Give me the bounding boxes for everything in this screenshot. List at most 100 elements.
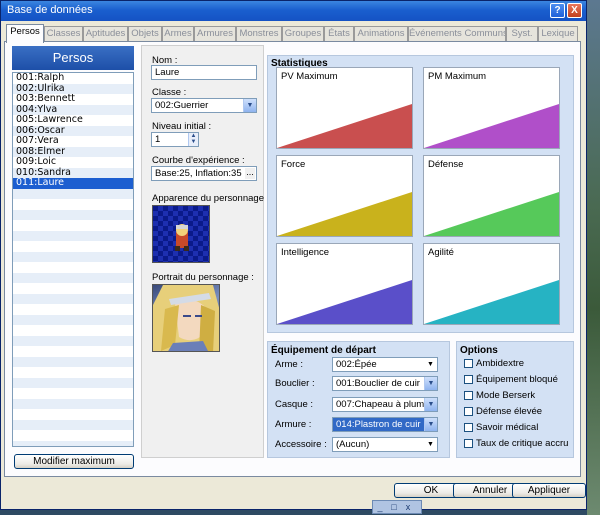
level-stepper[interactable]: 1 ▲ ▼ bbox=[151, 132, 199, 147]
option-checkbox[interactable] bbox=[464, 439, 473, 448]
chevron-down-icon[interactable]: ▼ bbox=[424, 358, 437, 371]
actor-list[interactable]: 001:Ralph 002:Ulrika 003:Bennett 004:Ylva 00… bbox=[12, 72, 134, 447]
equipment-select[interactable]: (Aucun) ▼ bbox=[332, 437, 438, 452]
stat-curve-fill bbox=[424, 280, 559, 324]
close-icon[interactable]: x bbox=[401, 502, 415, 512]
equipment-select[interactable]: 014:Plastron de cuir ▼ bbox=[332, 417, 438, 432]
list-item[interactable]: 001:Ralph bbox=[13, 73, 133, 84]
stat-graph[interactable]: Force bbox=[276, 155, 413, 237]
equipment-slot-label: Armure : bbox=[275, 419, 312, 430]
name-input[interactable]: Laure bbox=[151, 65, 257, 80]
list-item-empty[interactable] bbox=[13, 367, 133, 378]
ellipsis-icon[interactable]: ... bbox=[245, 168, 255, 179]
list-item-empty[interactable] bbox=[13, 388, 133, 399]
tab-groupes[interactable]: Groupes bbox=[282, 26, 324, 42]
list-item[interactable]: 009:Loic bbox=[13, 156, 133, 168]
option-checkbox[interactable] bbox=[464, 391, 473, 400]
chevron-down-icon[interactable]: ▼ bbox=[424, 377, 437, 390]
apply-button[interactable]: Appliquer bbox=[512, 483, 586, 498]
list-item-empty[interactable] bbox=[13, 262, 133, 273]
list-item[interactable]: 005:Lawrence bbox=[13, 114, 133, 126]
list-item-empty[interactable] bbox=[13, 272, 133, 283]
stat-graph[interactable]: Défense bbox=[423, 155, 560, 237]
stat-graph-name: Force bbox=[281, 159, 306, 170]
stat-curve-fill bbox=[277, 192, 412, 236]
list-item-empty[interactable] bbox=[13, 440, 133, 446]
equipment-select[interactable]: 001:Bouclier de cuir ▼ bbox=[332, 376, 438, 391]
list-item-empty[interactable] bbox=[13, 251, 133, 262]
exp-curve-label: Courbe d'expérience : bbox=[152, 155, 245, 166]
tab-armes[interactable]: Armes bbox=[162, 26, 194, 42]
restore-icon[interactable]: □ bbox=[387, 502, 401, 512]
tab-objets[interactable]: Objets bbox=[128, 26, 162, 42]
list-item-empty[interactable] bbox=[13, 419, 133, 430]
equipment-select-value: 007:Chapeau à plume bbox=[336, 399, 430, 410]
stat-graph-name: Intelligence bbox=[281, 247, 330, 258]
option-label[interactable]: Équipement bloqué bbox=[476, 374, 558, 385]
option-label[interactable]: Savoir médical bbox=[476, 422, 538, 433]
option-checkbox[interactable] bbox=[464, 423, 473, 432]
option-label[interactable]: Défense élevée bbox=[476, 406, 542, 417]
tab-aptitudes[interactable]: Aptitudes bbox=[83, 26, 128, 42]
stat-graph[interactable]: Agilité bbox=[423, 243, 560, 325]
help-button[interactable]: ? bbox=[550, 3, 565, 18]
stat-graph[interactable]: Intelligence bbox=[276, 243, 413, 325]
list-item-empty[interactable] bbox=[13, 199, 133, 210]
option-checkbox[interactable] bbox=[464, 375, 473, 384]
list-item-empty[interactable] bbox=[13, 220, 133, 231]
title-bar[interactable]: Base de données ? X bbox=[1, 1, 586, 21]
list-item-empty[interactable] bbox=[13, 293, 133, 304]
list-item[interactable]: 007:Vera bbox=[13, 135, 133, 147]
option-checkbox[interactable] bbox=[464, 359, 473, 368]
stat-graph[interactable]: PV Maximum bbox=[276, 67, 413, 149]
window-title: Base de données bbox=[7, 4, 93, 16]
option-label[interactable]: Mode Berserk bbox=[476, 390, 535, 401]
character-sprite[interactable] bbox=[152, 205, 210, 263]
tab-classes[interactable]: Classes bbox=[44, 26, 83, 42]
option-checkbox[interactable] bbox=[464, 407, 473, 416]
character-sprite-icon bbox=[175, 224, 189, 251]
list-item[interactable]: 003:Bennett bbox=[13, 93, 133, 105]
character-portrait[interactable] bbox=[152, 284, 220, 352]
equipment-select[interactable]: 002:Épée ▼ bbox=[332, 357, 438, 372]
chevron-down-icon[interactable]: ▼ bbox=[243, 99, 256, 112]
tab-persos[interactable]: Persos bbox=[6, 24, 44, 43]
minimize-icon[interactable]: _ bbox=[373, 502, 387, 512]
list-item-empty[interactable] bbox=[13, 325, 133, 336]
tab-monstres[interactable]: Monstres bbox=[236, 26, 282, 42]
chevron-down-icon[interactable]: ▼ bbox=[424, 438, 437, 451]
list-item-empty[interactable] bbox=[13, 356, 133, 367]
list-item-empty[interactable] bbox=[13, 209, 133, 220]
equipment-select[interactable]: 007:Chapeau à plume ▼ bbox=[332, 397, 438, 412]
tab-animations[interactable]: Animations bbox=[354, 26, 408, 42]
tab-lexique[interactable]: Lexique bbox=[538, 26, 578, 42]
list-item-empty[interactable] bbox=[13, 230, 133, 241]
list-item-empty[interactable] bbox=[13, 409, 133, 420]
tab-syst[interactable]: Syst. bbox=[506, 26, 538, 42]
close-button[interactable]: X bbox=[567, 3, 582, 18]
list-item-empty[interactable] bbox=[13, 283, 133, 294]
tab-etats[interactable]: États bbox=[324, 26, 354, 42]
list-item-empty[interactable] bbox=[13, 398, 133, 409]
list-item-empty[interactable] bbox=[13, 314, 133, 325]
list-item-empty[interactable] bbox=[13, 241, 133, 252]
list-item-empty[interactable] bbox=[13, 377, 133, 388]
tab-armures[interactable]: Armures bbox=[194, 26, 236, 42]
modify-maximum-button[interactable]: Modifier maximum bbox=[14, 454, 134, 469]
stat-graph[interactable]: PM Maximum bbox=[423, 67, 560, 149]
exp-curve-field[interactable]: Base:25, Inflation:35 ... bbox=[151, 166, 257, 181]
tab-evenements-communs[interactable]: Événements Communs bbox=[408, 26, 506, 42]
spin-arrows-icon[interactable]: ▲ ▼ bbox=[188, 133, 198, 146]
list-item-empty[interactable] bbox=[13, 188, 133, 199]
class-select[interactable]: 002:Guerrier ▼ bbox=[151, 98, 257, 113]
list-item-empty[interactable] bbox=[13, 430, 133, 441]
list-item-empty[interactable] bbox=[13, 346, 133, 357]
sprite-label: Apparence du personnage : bbox=[152, 193, 270, 204]
chevron-down-icon[interactable]: ▼ bbox=[424, 398, 437, 411]
option-label[interactable]: Ambidextre bbox=[476, 358, 524, 369]
list-item[interactable]: 011:Laure bbox=[13, 177, 133, 189]
list-item-empty[interactable] bbox=[13, 335, 133, 346]
option-label[interactable]: Taux de critique accru bbox=[476, 438, 568, 449]
list-item-empty[interactable] bbox=[13, 304, 133, 315]
chevron-down-icon[interactable]: ▼ bbox=[424, 418, 437, 431]
